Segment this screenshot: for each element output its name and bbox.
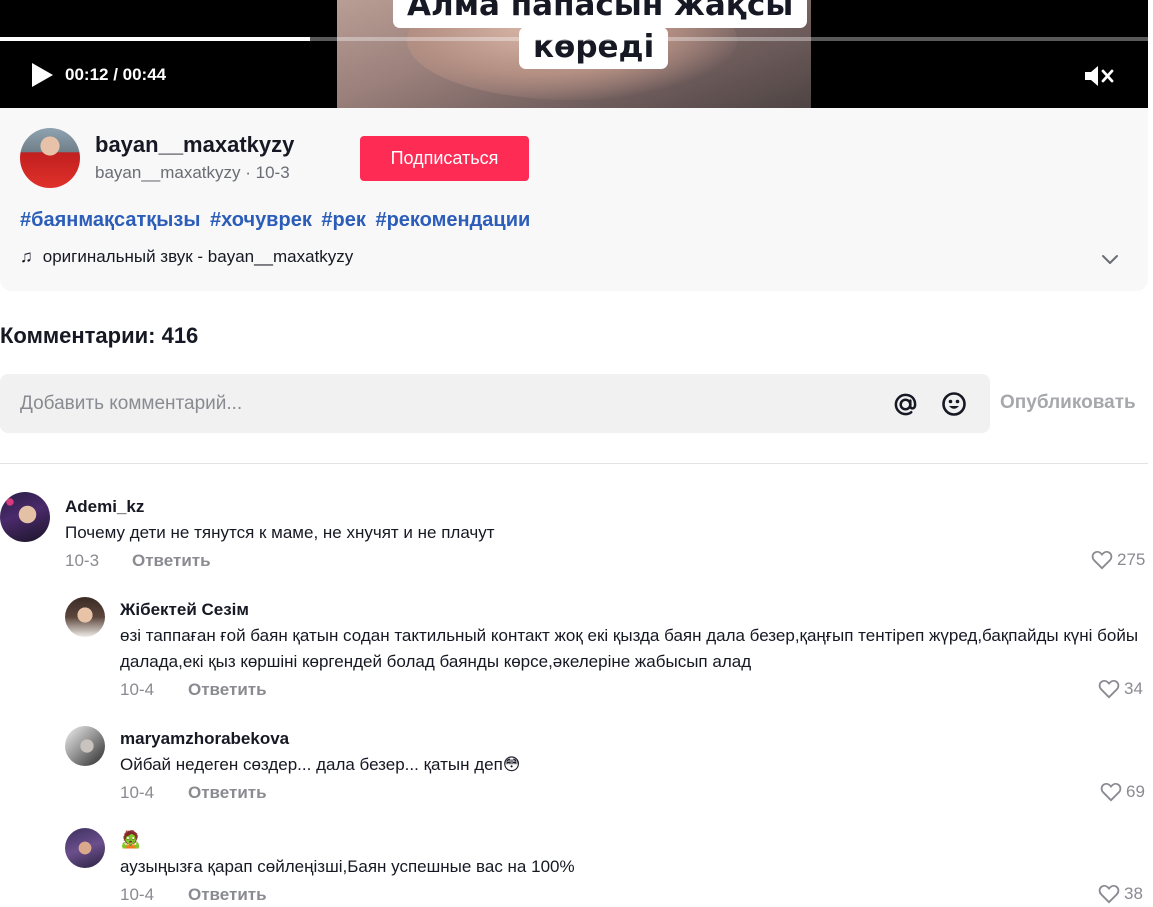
emoji-icon[interactable] — [941, 391, 967, 417]
video-info-card: bayan__maxatkyzy bayan__maxatkyzy · 10-3… — [0, 108, 1148, 291]
heart-icon — [1098, 679, 1120, 699]
music-link[interactable]: ♫ оригинальный звук - bayan__maxatkyzy — [20, 247, 353, 267]
commenter-avatar[interactable] — [65, 597, 105, 637]
like-count: 38 — [1124, 884, 1143, 903]
heart-icon — [1091, 550, 1113, 570]
comments-title: Комментарии: 416 — [0, 323, 199, 348]
commenter-name[interactable]: Ademi_kz — [65, 497, 144, 517]
author-subline: bayan__maxatkyzy · 10-3 — [95, 163, 290, 182]
video-caption-line1: Алма папасын жақсы — [393, 0, 808, 28]
chevron-down-icon[interactable] — [1100, 253, 1120, 267]
music-label: оригинальный звук - bayan__maxatkyzy — [42, 247, 354, 266]
comment-text: аузыңызға қарап сөйлеңізші,Баян успешные… — [120, 857, 575, 876]
heart-icon — [1098, 884, 1120, 904]
comment-text: Почему дети не тянутся к маме, не хнучят… — [65, 523, 495, 542]
commenter-avatar[interactable] — [0, 492, 50, 542]
publish-button[interactable]: Опубликовать — [1000, 392, 1136, 414]
comment-input[interactable] — [0, 374, 870, 433]
commenter-avatar[interactable] — [65, 828, 105, 868]
reply-button[interactable]: Ответить — [188, 783, 267, 803]
divider — [0, 463, 1148, 464]
video-player[interactable]: Алма папасын жақсы көреді 00:12 / 00:44 — [0, 0, 1148, 108]
comment-text: өзі таппаған ғой баян қатын содан тактил… — [120, 626, 1139, 671]
follow-button[interactable]: Подписаться — [360, 136, 529, 181]
music-note-icon: ♫ — [20, 247, 33, 266]
author-username[interactable]: bayan__maxatkyzy — [95, 132, 294, 158]
video-time: 00:12 / 00:44 — [65, 65, 167, 84]
commenter-name[interactable]: Жібектей Сезім — [120, 600, 249, 620]
like-count: 34 — [1124, 679, 1143, 698]
reply-button[interactable]: Ответить — [132, 551, 211, 571]
commenter-avatar[interactable] — [65, 726, 105, 766]
like-count: 69 — [1126, 782, 1145, 801]
hashtag-list: #баянмақсатқызы #хочуврек #рек #рекоменд… — [20, 209, 534, 232]
hashtag-link[interactable]: #рекомендации — [375, 209, 530, 231]
video-progress-fill — [0, 37, 310, 41]
comment-date: 10-4 — [120, 680, 155, 699]
comment-input-box — [0, 374, 990, 433]
video-caption-line2: көреді — [519, 27, 669, 69]
like-button[interactable]: 275 — [1091, 550, 1145, 570]
commenter-name[interactable]: 🧟 — [120, 830, 141, 850]
like-button[interactable]: 38 — [1098, 884, 1143, 904]
heart-icon — [1100, 782, 1122, 802]
reply-button[interactable]: Ответить — [188, 885, 267, 905]
comment-text: Ойбай недеген сөздер... дала безер... қа… — [120, 755, 521, 774]
like-button[interactable]: 69 — [1100, 782, 1145, 802]
comment-date: 10-4 — [120, 783, 155, 802]
video-progress-bar[interactable] — [0, 37, 1148, 41]
author-avatar[interactable] — [20, 128, 80, 188]
play-icon[interactable] — [30, 62, 54, 88]
hashtag-link[interactable]: #баянмақсатқызы — [20, 209, 200, 231]
comment-date: 10-3 — [65, 551, 100, 570]
like-count: 275 — [1117, 550, 1146, 569]
commenter-name[interactable]: maryamzhorabekova — [120, 729, 289, 749]
reply-button[interactable]: Ответить — [188, 680, 267, 700]
volume-muted-icon[interactable] — [1083, 63, 1115, 89]
like-button[interactable]: 34 — [1098, 679, 1143, 699]
comment-date: 10-4 — [120, 885, 155, 904]
mention-icon[interactable] — [893, 392, 918, 417]
hashtag-link[interactable]: #хочуврек — [210, 209, 312, 231]
hashtag-link[interactable]: #рек — [321, 209, 365, 231]
